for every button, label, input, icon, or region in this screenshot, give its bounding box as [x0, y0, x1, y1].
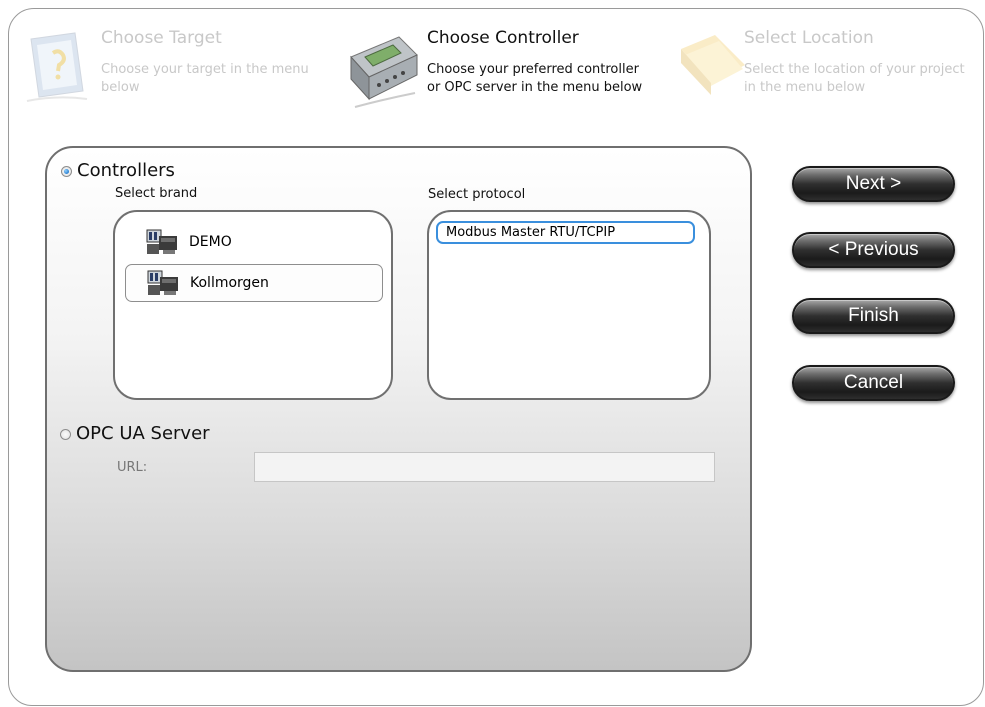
next-button[interactable]: Next > [792, 166, 955, 202]
previous-button[interactable]: < Previous [792, 232, 955, 268]
url-input[interactable] [254, 452, 715, 482]
cancel-button[interactable]: Cancel [792, 365, 955, 401]
finish-button[interactable]: Finish [792, 298, 955, 334]
step-title: Select Location [744, 28, 874, 48]
step-title: Choose Target [101, 28, 222, 48]
step-description-line1: Choose your target in the menu [101, 62, 309, 77]
wizard-window: Choose Target Choose your target in the … [8, 8, 984, 706]
plc-icon [146, 229, 177, 254]
brand-list[interactable]: DEMO Kollmorgen [113, 210, 393, 400]
step-description-line1: Choose your preferred controller [427, 62, 639, 77]
controller-icon [350, 36, 418, 108]
step-description-line2: in the menu below [744, 80, 866, 95]
folder-icon [681, 35, 745, 95]
step-title: Choose Controller [427, 28, 579, 48]
list-item-modbus[interactable]: Modbus Master RTU/TCPIP [436, 221, 695, 244]
brand-label: Kollmorgen [190, 275, 269, 291]
list-item-kollmorgen[interactable]: Kollmorgen [125, 264, 383, 302]
step-description-line1: Select the location of your project [744, 62, 965, 77]
step-choose-target: Choose Target Choose your target in the … [9, 9, 329, 119]
select-brand-label: Select brand [115, 186, 198, 201]
step-description-line2: below [101, 80, 140, 95]
list-item-demo[interactable]: DEMO [125, 224, 383, 260]
target-icon [26, 32, 88, 102]
controller-selection-panel: Controllers Select brand Select protocol… [45, 146, 752, 672]
step-description-line2: or OPC server in the menu below [427, 80, 643, 95]
opc-ua-radio[interactable] [60, 429, 71, 440]
url-label: URL: [117, 460, 148, 475]
brand-label: DEMO [189, 234, 232, 250]
step-choose-controller: Choose Controller Choose your preferred … [339, 9, 669, 119]
select-protocol-label: Select protocol [428, 187, 526, 202]
controllers-radio-label[interactable]: Controllers [77, 160, 175, 181]
controllers-radio[interactable] [61, 166, 72, 177]
plc-icon [147, 270, 178, 295]
step-select-location: Select Location Select the location of y… [669, 9, 983, 119]
protocol-list[interactable]: Modbus Master RTU/TCPIP [427, 210, 711, 400]
opc-ua-radio-label[interactable]: OPC UA Server [76, 423, 210, 444]
